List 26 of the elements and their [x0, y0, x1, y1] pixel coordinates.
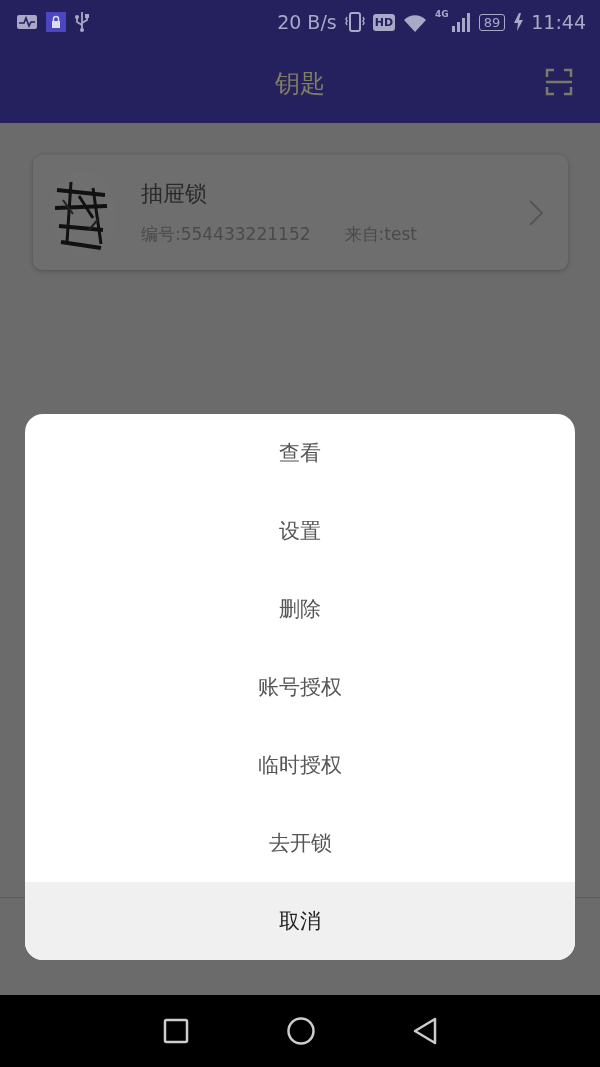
menu-item[interactable]: 去开锁	[25, 804, 575, 882]
usb-icon	[74, 11, 90, 33]
vibrate-icon	[344, 11, 365, 33]
home-icon[interactable]	[287, 1017, 315, 1045]
menu-item[interactable]: 临时授权	[25, 726, 575, 804]
lock-icon	[46, 12, 66, 32]
menu-item[interactable]: 账号授权	[25, 648, 575, 726]
clock: 11:44	[531, 11, 586, 33]
signal-icon	[450, 11, 471, 33]
cancel-button[interactable]: 取消	[25, 882, 575, 960]
back-icon[interactable]	[413, 1017, 437, 1045]
key-name: 抽屉锁	[141, 180, 208, 208]
menu-item[interactable]: 删除	[25, 570, 575, 648]
network-type: 4G	[435, 9, 449, 19]
menu-item[interactable]: 设置	[25, 492, 575, 570]
menu-item[interactable]: 查看	[25, 414, 575, 492]
wifi-icon	[403, 12, 428, 32]
network-speed: 20 B/s	[277, 11, 337, 33]
screen-title: 钥匙	[275, 68, 325, 100]
battery-level: 89	[478, 13, 506, 31]
hd-badge: HD	[372, 13, 396, 31]
scan-icon[interactable]	[545, 68, 573, 96]
activity-icon	[16, 13, 38, 31]
chevron-right-icon	[528, 198, 544, 227]
charging-icon	[513, 13, 524, 31]
square-icon[interactable]	[163, 1018, 189, 1044]
